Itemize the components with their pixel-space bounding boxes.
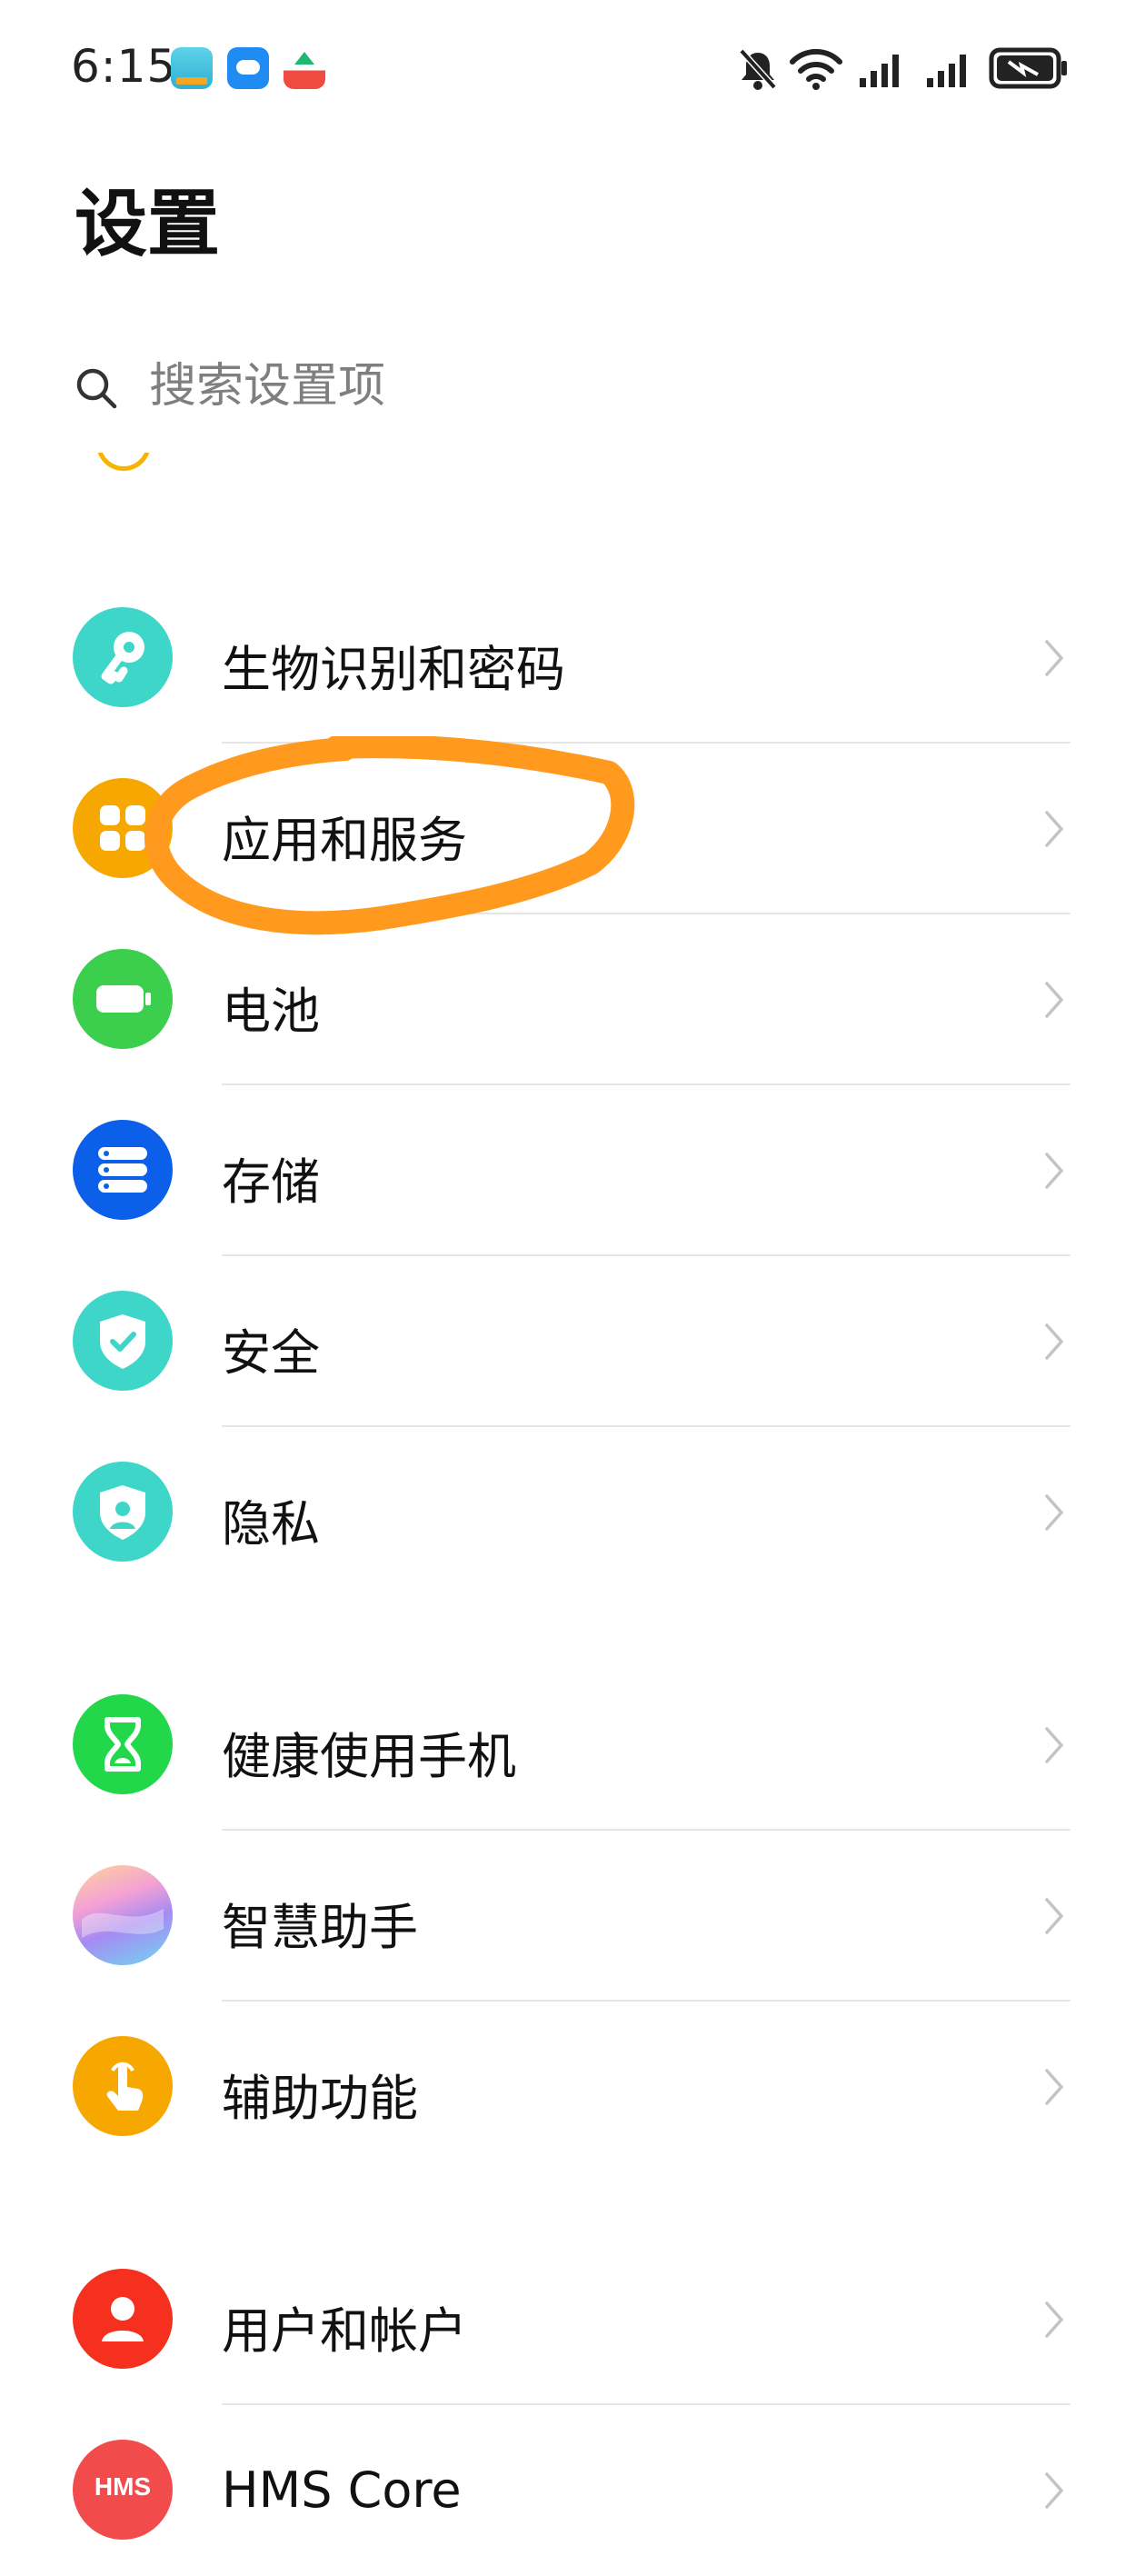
search-icon [76, 368, 117, 409]
weather-app-icon [171, 47, 213, 89]
settings-item-label: 电池 [222, 983, 320, 1040]
chevron-right-icon [1045, 1494, 1064, 1531]
settings-item-label: 智慧助手 [222, 1899, 418, 1956]
settings-item-privacy[interactable]: 隐私 [0, 1427, 1145, 1598]
chevron-right-icon [1045, 1153, 1064, 1189]
settings-item-apps-services[interactable]: 应用和服务 [0, 744, 1145, 914]
search-input[interactable] [149, 350, 967, 423]
settings-item-label: 生物识别和密码 [222, 641, 565, 698]
settings-item-hms-core[interactable]: HMS HMS Core [0, 2405, 1145, 2576]
home-app-icon [284, 47, 325, 89]
chevron-right-icon [1045, 2069, 1064, 2105]
cloud-app-icon [227, 47, 269, 89]
signal-icon [927, 55, 966, 87]
status-time: 6:15 [71, 40, 177, 93]
settings-item-accessibility[interactable]: 辅助功能 [0, 2002, 1145, 2172]
mute-bell-icon [739, 48, 777, 90]
page-title: 设置 [75, 182, 220, 266]
chevron-right-icon [1045, 2301, 1064, 2338]
settings-item-label: 健康使用手机 [222, 1728, 516, 1785]
battery-charging-icon [989, 47, 1067, 89]
settings-item-label: HMS Core [222, 2461, 462, 2519]
partially-scrolled-icon [96, 453, 151, 473]
settings-item-battery[interactable]: 电池 [0, 914, 1145, 1085]
chevron-right-icon [1045, 2472, 1064, 2509]
chevron-right-icon [1045, 811, 1064, 847]
hms-icon-text: HMS [94, 2472, 152, 2501]
chevron-right-icon [1045, 640, 1064, 676]
settings-item-label: 辅助功能 [222, 2070, 418, 2127]
storage-icon [73, 1120, 173, 1220]
key-icon [73, 607, 173, 707]
settings-item-label: 安全 [222, 1324, 320, 1382]
hand-touch-icon [73, 2036, 173, 2136]
shield-check-icon [73, 1291, 173, 1391]
chevron-right-icon [1045, 1323, 1064, 1360]
status-bar: 6:15 [0, 0, 1145, 145]
settings-item-label: 用户和帐户 [222, 2302, 467, 2360]
user-icon [73, 2269, 173, 2369]
settings-item-security[interactable]: 安全 [0, 1256, 1145, 1427]
settings-item-label: 隐私 [222, 1495, 320, 1553]
settings-item-label: 应用和服务 [222, 812, 467, 869]
hourglass-icon [73, 1694, 173, 1794]
privacy-shield-icon [73, 1462, 173, 1562]
assistant-orb-icon [73, 1865, 173, 1965]
search-bar[interactable] [75, 350, 1074, 423]
hms-core-icon: HMS [73, 2440, 173, 2540]
settings-item-digital-balance[interactable]: 健康使用手机 [0, 1660, 1145, 1831]
wifi-icon [790, 48, 842, 90]
settings-item-label: 存储 [222, 1153, 320, 1211]
settings-item-users-accounts[interactable]: 用户和帐户 [0, 2234, 1145, 2405]
chevron-right-icon [1045, 1898, 1064, 1934]
chevron-right-icon [1045, 982, 1064, 1018]
battery-icon [73, 949, 173, 1049]
apps-icon [73, 778, 173, 878]
settings-item-biometrics[interactable]: 生物识别和密码 [0, 573, 1145, 744]
settings-item-storage[interactable]: 存储 [0, 1085, 1145, 1256]
signal-icon [860, 55, 899, 87]
chevron-right-icon [1045, 1727, 1064, 1763]
settings-item-smart-assistant[interactable]: 智慧助手 [0, 1831, 1145, 2002]
